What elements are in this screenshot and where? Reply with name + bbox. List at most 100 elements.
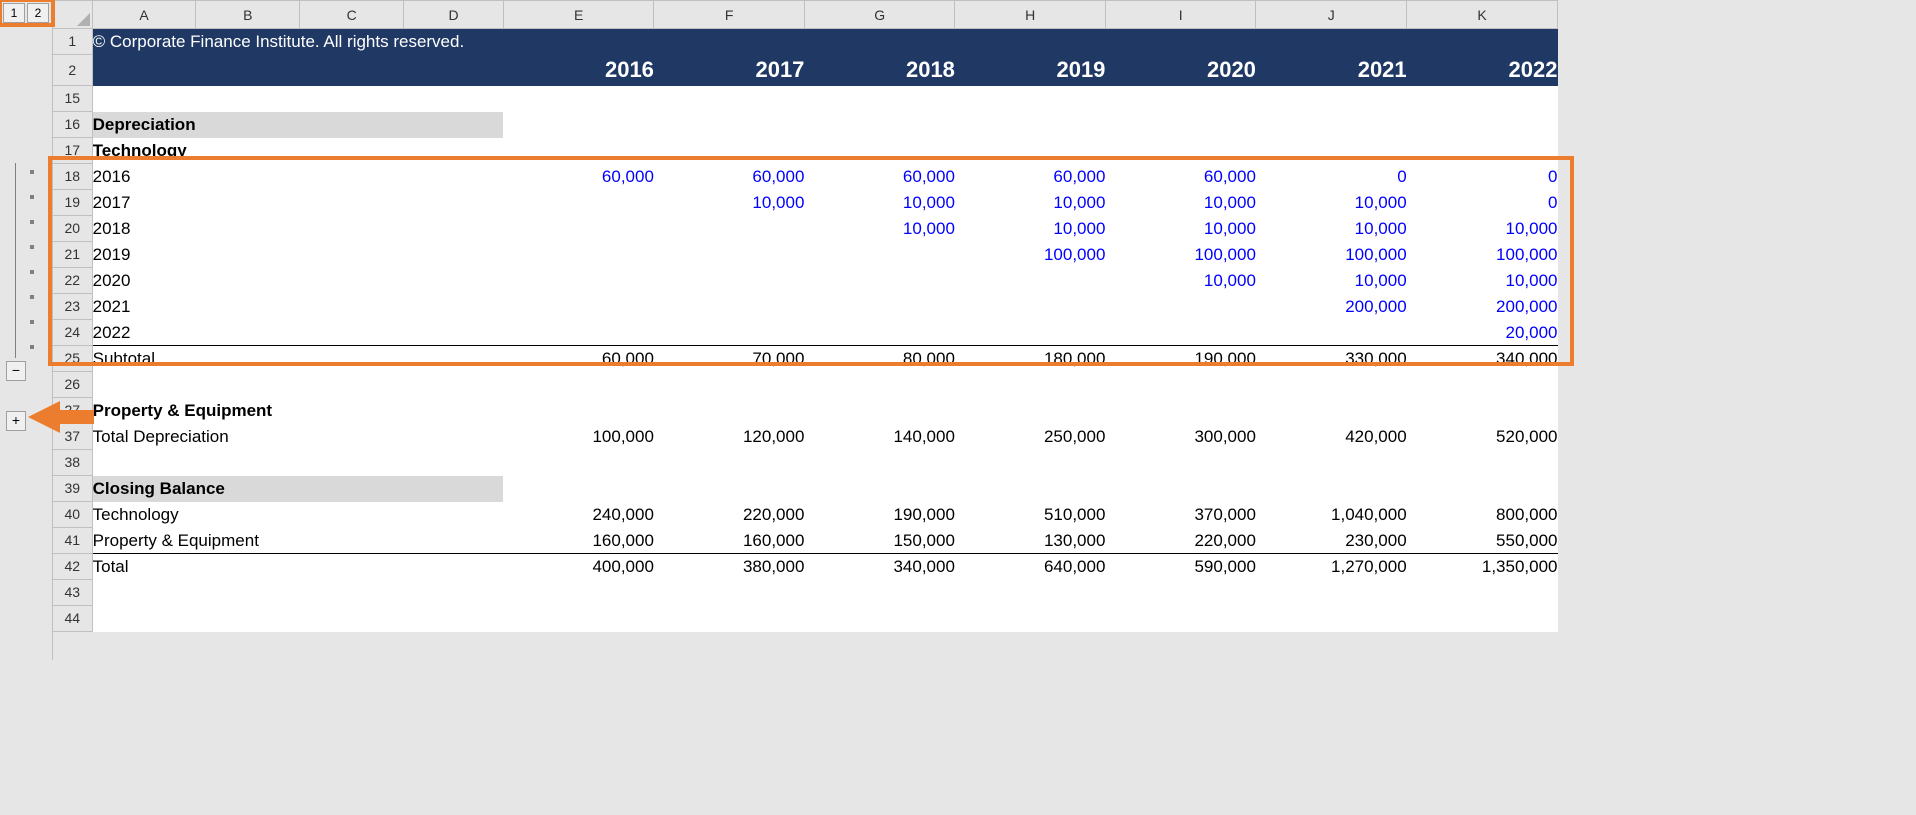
cell[interactable]: 380,000 bbox=[654, 554, 805, 580]
cell[interactable]: 190,000 bbox=[804, 502, 955, 528]
cell[interactable] bbox=[503, 138, 654, 164]
column-header[interactable]: J bbox=[1256, 1, 1407, 29]
cell[interactable] bbox=[1407, 29, 1558, 55]
cell[interactable] bbox=[1105, 86, 1256, 112]
cell[interactable]: 120,000 bbox=[654, 424, 805, 450]
cell[interactable] bbox=[92, 86, 503, 112]
cell[interactable]: Total Depreciation bbox=[92, 424, 503, 450]
select-all-corner[interactable] bbox=[53, 1, 93, 29]
cell[interactable]: 510,000 bbox=[955, 502, 1106, 528]
cell[interactable]: Total bbox=[92, 554, 503, 580]
row-header[interactable]: 43 bbox=[53, 580, 93, 606]
cell[interactable] bbox=[654, 216, 805, 242]
cell[interactable]: 2018 bbox=[92, 216, 503, 242]
cell[interactable] bbox=[804, 86, 955, 112]
cell[interactable] bbox=[654, 112, 805, 138]
cell[interactable]: 10,000 bbox=[1407, 216, 1558, 242]
cell[interactable] bbox=[92, 450, 503, 476]
cell[interactable]: 150,000 bbox=[804, 528, 955, 554]
row-header[interactable]: 26 bbox=[53, 372, 93, 398]
row-header[interactable]: 25 bbox=[53, 346, 93, 372]
cell[interactable]: 200,000 bbox=[1256, 294, 1407, 320]
cell[interactable] bbox=[654, 29, 805, 55]
column-header[interactable]: H bbox=[955, 1, 1106, 29]
cell[interactable]: 230,000 bbox=[1256, 528, 1407, 554]
cell[interactable] bbox=[1105, 580, 1256, 606]
cell[interactable] bbox=[955, 138, 1106, 164]
cell[interactable] bbox=[955, 29, 1106, 55]
cell[interactable] bbox=[503, 112, 654, 138]
row-header[interactable]: 44 bbox=[53, 606, 93, 632]
cell[interactable] bbox=[1256, 450, 1407, 476]
row-header[interactable]: 38 bbox=[53, 450, 93, 476]
cell[interactable] bbox=[1105, 606, 1256, 632]
column-header[interactable]: K bbox=[1407, 1, 1558, 29]
cell[interactable] bbox=[503, 606, 654, 632]
cell[interactable]: 2016 bbox=[92, 164, 503, 190]
cell[interactable] bbox=[503, 216, 654, 242]
cell[interactable] bbox=[955, 372, 1106, 398]
cell[interactable]: 60,000 bbox=[503, 346, 654, 372]
cell[interactable]: 0 bbox=[1256, 164, 1407, 190]
cell[interactable] bbox=[1105, 476, 1256, 502]
cell[interactable]: 190,000 bbox=[1105, 346, 1256, 372]
cell[interactable] bbox=[1407, 580, 1558, 606]
cell[interactable] bbox=[1256, 580, 1407, 606]
cell[interactable] bbox=[654, 476, 805, 502]
cell[interactable] bbox=[1256, 320, 1407, 346]
outline-level-2[interactable]: 2 bbox=[27, 3, 49, 23]
cell[interactable]: Subtotal bbox=[92, 346, 503, 372]
cell[interactable]: 80,000 bbox=[804, 346, 955, 372]
cell[interactable] bbox=[1105, 398, 1256, 424]
column-header[interactable]: F bbox=[654, 1, 805, 29]
cell[interactable]: 20,000 bbox=[1407, 320, 1558, 346]
column-header[interactable]: G bbox=[804, 1, 955, 29]
cell[interactable] bbox=[804, 268, 955, 294]
cell[interactable] bbox=[503, 294, 654, 320]
row-header[interactable]: 18 bbox=[53, 164, 93, 190]
cell[interactable]: 2016 bbox=[503, 55, 654, 86]
cell[interactable] bbox=[804, 112, 955, 138]
cell[interactable]: 2017 bbox=[92, 190, 503, 216]
cell[interactable]: Technology bbox=[92, 502, 503, 528]
cell[interactable] bbox=[1256, 398, 1407, 424]
cell[interactable] bbox=[1256, 29, 1407, 55]
cell[interactable] bbox=[955, 86, 1106, 112]
cell[interactable]: 640,000 bbox=[955, 554, 1106, 580]
row-header[interactable]: 17 bbox=[53, 138, 93, 164]
cell[interactable]: 220,000 bbox=[654, 502, 805, 528]
cell[interactable] bbox=[654, 86, 805, 112]
cell[interactable] bbox=[503, 476, 654, 502]
cell[interactable] bbox=[1105, 320, 1256, 346]
cell[interactable]: 10,000 bbox=[1256, 190, 1407, 216]
cell[interactable] bbox=[92, 580, 503, 606]
cell[interactable]: 400,000 bbox=[503, 554, 654, 580]
column-header[interactable]: E bbox=[503, 1, 654, 29]
cell[interactable]: 2018 bbox=[804, 55, 955, 86]
cell[interactable] bbox=[804, 476, 955, 502]
cell[interactable]: 1,350,000 bbox=[1407, 554, 1558, 580]
outline-collapse-button[interactable]: − bbox=[6, 361, 26, 381]
cell[interactable] bbox=[1105, 450, 1256, 476]
cell[interactable]: 10,000 bbox=[1105, 268, 1256, 294]
cell[interactable] bbox=[1256, 86, 1407, 112]
cell[interactable]: 2022 bbox=[92, 320, 503, 346]
cell[interactable] bbox=[804, 398, 955, 424]
cell[interactable] bbox=[804, 242, 955, 268]
column-header[interactable]: I bbox=[1105, 1, 1256, 29]
cell[interactable] bbox=[654, 320, 805, 346]
cell[interactable]: 60,000 bbox=[955, 164, 1106, 190]
row-header[interactable]: 1 bbox=[53, 29, 93, 55]
cell[interactable] bbox=[503, 450, 654, 476]
cell[interactable] bbox=[1105, 112, 1256, 138]
cell[interactable]: 2022 bbox=[1407, 55, 1558, 86]
cell[interactable] bbox=[1256, 138, 1407, 164]
cell[interactable]: © Corporate Finance Institute. All right… bbox=[92, 29, 503, 55]
cell[interactable] bbox=[804, 294, 955, 320]
row-header[interactable]: 19 bbox=[53, 190, 93, 216]
cell[interactable]: 250,000 bbox=[955, 424, 1106, 450]
cell[interactable] bbox=[955, 606, 1106, 632]
cell[interactable]: 100,000 bbox=[1407, 242, 1558, 268]
row-header[interactable]: 39 bbox=[53, 476, 93, 502]
cell[interactable]: 520,000 bbox=[1407, 424, 1558, 450]
